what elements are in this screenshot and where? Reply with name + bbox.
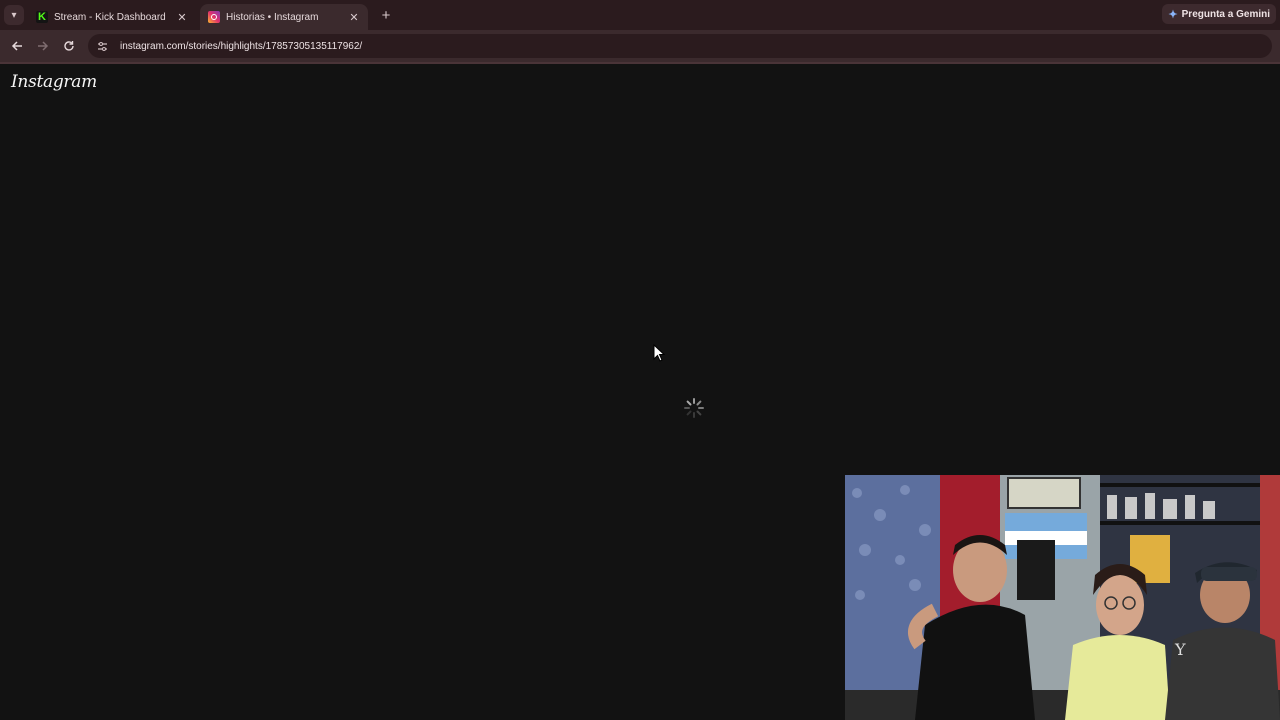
instagram-logo[interactable]: Instagram xyxy=(11,72,97,92)
gemini-sparkle-icon: ✦ xyxy=(1168,8,1178,21)
forward-button[interactable] xyxy=(34,37,52,55)
arrow-left-icon xyxy=(11,41,22,51)
close-tab-icon[interactable]: ✕ xyxy=(174,9,190,25)
reload-button[interactable] xyxy=(60,37,78,55)
gemini-label: Pregunta a Gemini xyxy=(1181,8,1270,20)
back-button[interactable] xyxy=(8,37,26,55)
address-bar[interactable]: instagram.com/stories/highlights/1785730… xyxy=(88,34,1272,58)
tab-title: Historias • Instagram xyxy=(226,11,319,23)
reload-icon xyxy=(64,41,74,51)
tab-strip: ▾ K Stream - Kick Dashboard ✕ Historias … xyxy=(0,0,1280,30)
svg-text:Y: Y xyxy=(1174,640,1186,659)
mouse-cursor-icon xyxy=(653,344,665,362)
arrow-right-icon xyxy=(38,41,49,51)
webcam-scene: Y xyxy=(845,475,1280,720)
close-tab-icon[interactable]: ✕ xyxy=(346,9,362,25)
tab-instagram-stories[interactable]: Historias • Instagram ✕ xyxy=(200,4,368,30)
site-settings-icon[interactable] xyxy=(94,38,110,54)
new-tab-button[interactable]: + xyxy=(377,6,395,24)
plus-icon: + xyxy=(381,6,391,24)
url-text: instagram.com/stories/highlights/1785730… xyxy=(120,40,363,52)
chevron-down-icon: ▾ xyxy=(11,9,17,21)
tab-search-button[interactable]: ▾ xyxy=(4,5,24,25)
tab-kick-dashboard[interactable]: K Stream - Kick Dashboard ✕ xyxy=(28,4,196,30)
browser-toolbar: instagram.com/stories/highlights/1785730… xyxy=(0,30,1280,62)
loading-spinner-icon xyxy=(684,398,704,418)
tab-title: Stream - Kick Dashboard xyxy=(54,11,166,23)
gemini-button[interactable]: ✦ Pregunta a Gemini xyxy=(1162,4,1276,24)
kick-icon: K xyxy=(36,11,48,23)
webcam-overlay: Y xyxy=(845,475,1280,720)
instagram-icon xyxy=(208,11,220,23)
